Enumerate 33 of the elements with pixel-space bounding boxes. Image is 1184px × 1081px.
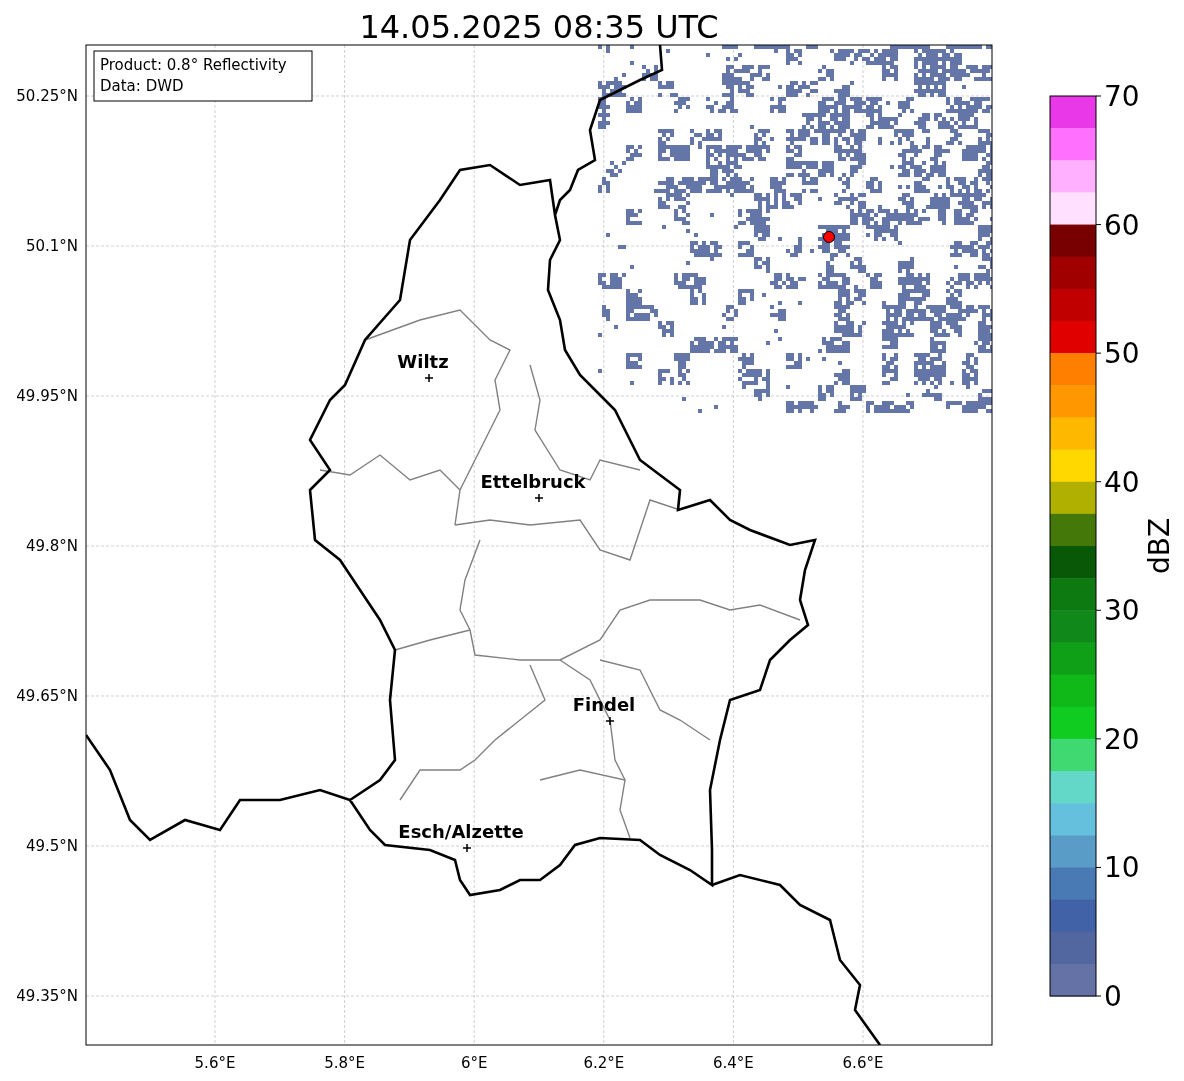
x-tick-label: 6°E [460,1054,488,1072]
x-tick-label: 5.6°E [194,1054,236,1072]
y-tick-label: 49.8°N [25,537,78,555]
city-marker [424,373,434,383]
city-label: Wiltz [397,351,449,372]
x-tick-label: 5.8°E [324,1054,365,1072]
colorbar-tick-label: 30 [1104,594,1140,628]
y-tick-label: 49.5°N [25,837,78,855]
colorbar-tick-label: 70 [1104,80,1140,113]
city-marker [534,493,544,503]
x-tick-label: 6.6°E [842,1054,884,1072]
chart-title: 14.05.2025 08:35 UTC [359,8,719,46]
colorbar-tick-label: 50 [1104,337,1140,371]
y-tick-label: 50.1°N [25,237,78,255]
y-tick-label: 50.25°N [16,87,78,105]
y-tick-label: 49.35°N [16,987,78,1005]
y-tick-label: 49.65°N [16,687,78,705]
x-tick-label: 6.4°E [713,1054,754,1072]
colorbar-tick-label: 60 [1104,208,1140,242]
colorbar-tick-label: 40 [1104,465,1140,499]
info-text: Product: 0.8° Reflectivity [100,56,287,74]
x-tick-label: 6.2°E [583,1054,625,1072]
colorbar-tick-label: 10 [1104,851,1140,885]
city-marker [605,716,615,726]
city-label: Esch/Alzette [398,821,524,842]
colorbar-label: dBZ [1143,517,1176,575]
y-tick-label: 49.95°N [16,387,78,405]
colorbar-tick-label: 20 [1104,722,1140,756]
city-label: Findel [572,694,636,715]
colorbar-tick-label: 0 [1104,980,1122,1013]
city-label: Ettelbruck [480,471,586,492]
info-text: Data: DWD [100,77,184,95]
city-marker [462,843,472,853]
